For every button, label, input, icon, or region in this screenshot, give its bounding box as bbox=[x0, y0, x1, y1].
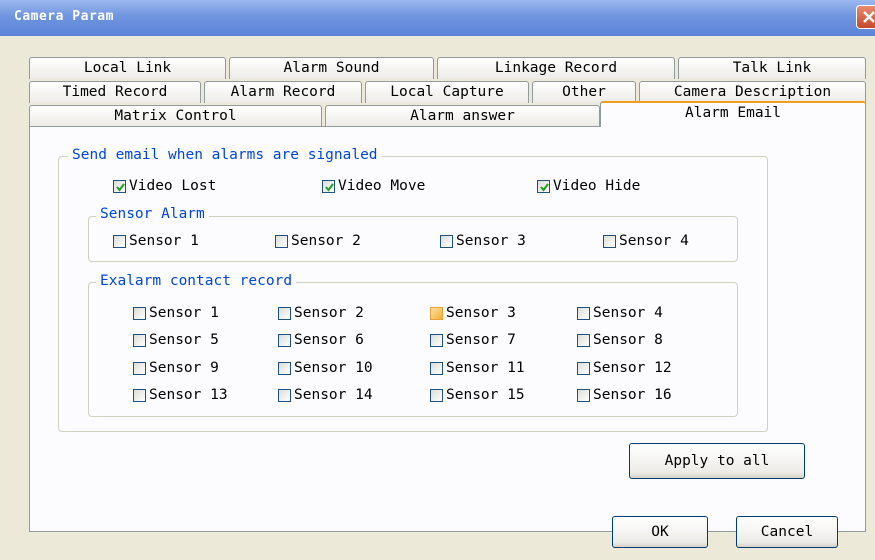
checkbox-unchecked-icon bbox=[577, 306, 590, 320]
checkbox-unchecked-icon bbox=[430, 333, 443, 347]
tab-alarm-answer[interactable]: Alarm answer bbox=[325, 105, 600, 127]
video-hide-label: Video Hide bbox=[553, 178, 641, 194]
exalarm-checkbox-12[interactable]: Sensor 12 bbox=[577, 360, 672, 376]
window-title: Camera Param bbox=[14, 9, 114, 24]
exalarm-sensor-label: Sensor 8 bbox=[593, 332, 663, 348]
exalarm-sensor-label: Sensor 5 bbox=[149, 332, 219, 348]
tab-local-capture[interactable]: Local Capture bbox=[365, 81, 529, 103]
video-lost-label: Video Lost bbox=[129, 178, 217, 194]
checkbox-unchecked-icon bbox=[278, 388, 291, 402]
tab-timed-record[interactable]: Timed Record bbox=[29, 81, 201, 103]
sensor-alarm-checkbox-2[interactable]: Sensor 2 bbox=[275, 233, 361, 249]
exalarm-sensor-label: Sensor 7 bbox=[446, 332, 516, 348]
exalarm-checkbox-6[interactable]: Sensor 6 bbox=[278, 332, 364, 348]
exalarm-sensor-label: Sensor 16 bbox=[593, 387, 672, 403]
exalarm-sensor-label: Sensor 9 bbox=[149, 360, 219, 376]
exalarm-checkbox-16[interactable]: Sensor 16 bbox=[577, 387, 672, 403]
checkbox-checked-icon bbox=[322, 179, 335, 193]
sensor-alarm-label: Sensor 1 bbox=[129, 233, 199, 249]
sensor-alarm-label: Sensor 2 bbox=[291, 233, 361, 249]
tab-linkage-record[interactable]: Linkage Record bbox=[437, 57, 675, 79]
video-hide-checkbox[interactable]: Video Hide bbox=[537, 178, 640, 194]
checkbox-unchecked-icon bbox=[278, 361, 291, 375]
ok-button[interactable]: OK bbox=[612, 516, 708, 548]
exalarm-sensor-label: Sensor 12 bbox=[593, 360, 672, 376]
checkbox-checked-icon bbox=[537, 179, 550, 193]
exalarm-checkbox-7[interactable]: Sensor 7 bbox=[430, 332, 516, 348]
exalarm-checkbox-9[interactable]: Sensor 9 bbox=[133, 360, 219, 376]
tab-alarm-email[interactable]: Alarm Email bbox=[600, 101, 866, 127]
exalarm-legend: Exalarm contact record bbox=[96, 273, 297, 289]
checkbox-unchecked-icon bbox=[133, 388, 146, 402]
video-lost-checkbox[interactable]: Video Lost bbox=[113, 178, 216, 194]
checkbox-unchecked-icon bbox=[577, 333, 590, 347]
exalarm-checkbox-14[interactable]: Sensor 14 bbox=[278, 387, 373, 403]
checkbox-unchecked-icon bbox=[430, 388, 443, 402]
exalarm-checkbox-10[interactable]: Sensor 10 bbox=[278, 360, 373, 376]
checkbox-unchecked-icon bbox=[133, 306, 146, 320]
exalarm-checkbox-1[interactable]: Sensor 1 bbox=[133, 305, 219, 321]
tab-local-link[interactable]: Local Link bbox=[29, 57, 226, 79]
cancel-button[interactable]: Cancel bbox=[736, 516, 838, 548]
tab-alarm-sound[interactable]: Alarm Sound bbox=[229, 57, 434, 79]
exalarm-checkbox-11[interactable]: Sensor 11 bbox=[430, 360, 525, 376]
tab-panel-alarm-email: Send email when alarms are signaled Vide… bbox=[29, 126, 866, 532]
checkbox-unchecked-icon bbox=[113, 234, 126, 248]
apply-to-all-button[interactable]: Apply to all bbox=[629, 443, 805, 479]
exalarm-sensor-label: Sensor 14 bbox=[294, 387, 373, 403]
exalarm-checkbox-15[interactable]: Sensor 15 bbox=[430, 387, 525, 403]
checkbox-unchecked-icon bbox=[440, 234, 453, 248]
email-group-legend: Send email when alarms are signaled bbox=[68, 147, 382, 163]
checkbox-unchecked-icon bbox=[577, 361, 590, 375]
tab-alarm-record[interactable]: Alarm Record bbox=[204, 81, 362, 103]
tab-matrix-control[interactable]: Matrix Control bbox=[29, 105, 322, 127]
exalarm-checkbox-4[interactable]: Sensor 4 bbox=[577, 305, 663, 321]
checkbox-unchecked-icon bbox=[278, 306, 291, 320]
checkbox-hover-icon bbox=[430, 306, 443, 320]
close-button[interactable] bbox=[856, 5, 875, 29]
checkbox-unchecked-icon bbox=[430, 361, 443, 375]
sensor-alarm-checkbox-1[interactable]: Sensor 1 bbox=[113, 233, 199, 249]
exalarm-sensor-label: Sensor 13 bbox=[149, 387, 228, 403]
exalarm-sensor-label: Sensor 4 bbox=[593, 305, 663, 321]
title-bar: Camera Param bbox=[0, 0, 875, 36]
exalarm-checkbox-8[interactable]: Sensor 8 bbox=[577, 332, 663, 348]
exalarm-sensor-label: Sensor 3 bbox=[446, 305, 516, 321]
exalarm-checkbox-13[interactable]: Sensor 13 bbox=[133, 387, 228, 403]
tab-camera-description[interactable]: Camera Description bbox=[639, 81, 866, 103]
checkbox-unchecked-icon bbox=[278, 333, 291, 347]
sensor-alarm-legend: Sensor Alarm bbox=[96, 206, 209, 222]
sensor-alarm-label: Sensor 4 bbox=[619, 233, 689, 249]
exalarm-sensor-label: Sensor 1 bbox=[149, 305, 219, 321]
checkbox-unchecked-icon bbox=[133, 361, 146, 375]
exalarm-checkbox-3[interactable]: Sensor 3 bbox=[430, 305, 516, 321]
checkbox-checked-icon bbox=[113, 179, 126, 193]
checkbox-unchecked-icon bbox=[133, 333, 146, 347]
exalarm-sensor-label: Sensor 2 bbox=[294, 305, 364, 321]
exalarm-sensor-label: Sensor 15 bbox=[446, 387, 525, 403]
video-move-label: Video Move bbox=[338, 178, 426, 194]
sensor-alarm-checkbox-4[interactable]: Sensor 4 bbox=[603, 233, 689, 249]
exalarm-checkbox-2[interactable]: Sensor 2 bbox=[278, 305, 364, 321]
exalarm-sensor-label: Sensor 6 bbox=[294, 332, 364, 348]
exalarm-sensor-label: Sensor 11 bbox=[446, 360, 525, 376]
exalarm-checkbox-5[interactable]: Sensor 5 bbox=[133, 332, 219, 348]
close-icon bbox=[863, 11, 875, 23]
sensor-alarm-checkbox-3[interactable]: Sensor 3 bbox=[440, 233, 526, 249]
checkbox-unchecked-icon bbox=[275, 234, 288, 248]
tab-other[interactable]: Other bbox=[532, 81, 636, 103]
checkbox-unchecked-icon bbox=[577, 388, 590, 402]
video-move-checkbox[interactable]: Video Move bbox=[322, 178, 425, 194]
checkbox-unchecked-icon bbox=[603, 234, 616, 248]
exalarm-sensor-label: Sensor 10 bbox=[294, 360, 373, 376]
sensor-alarm-label: Sensor 3 bbox=[456, 233, 526, 249]
tab-talk-link[interactable]: Talk Link bbox=[678, 57, 866, 79]
